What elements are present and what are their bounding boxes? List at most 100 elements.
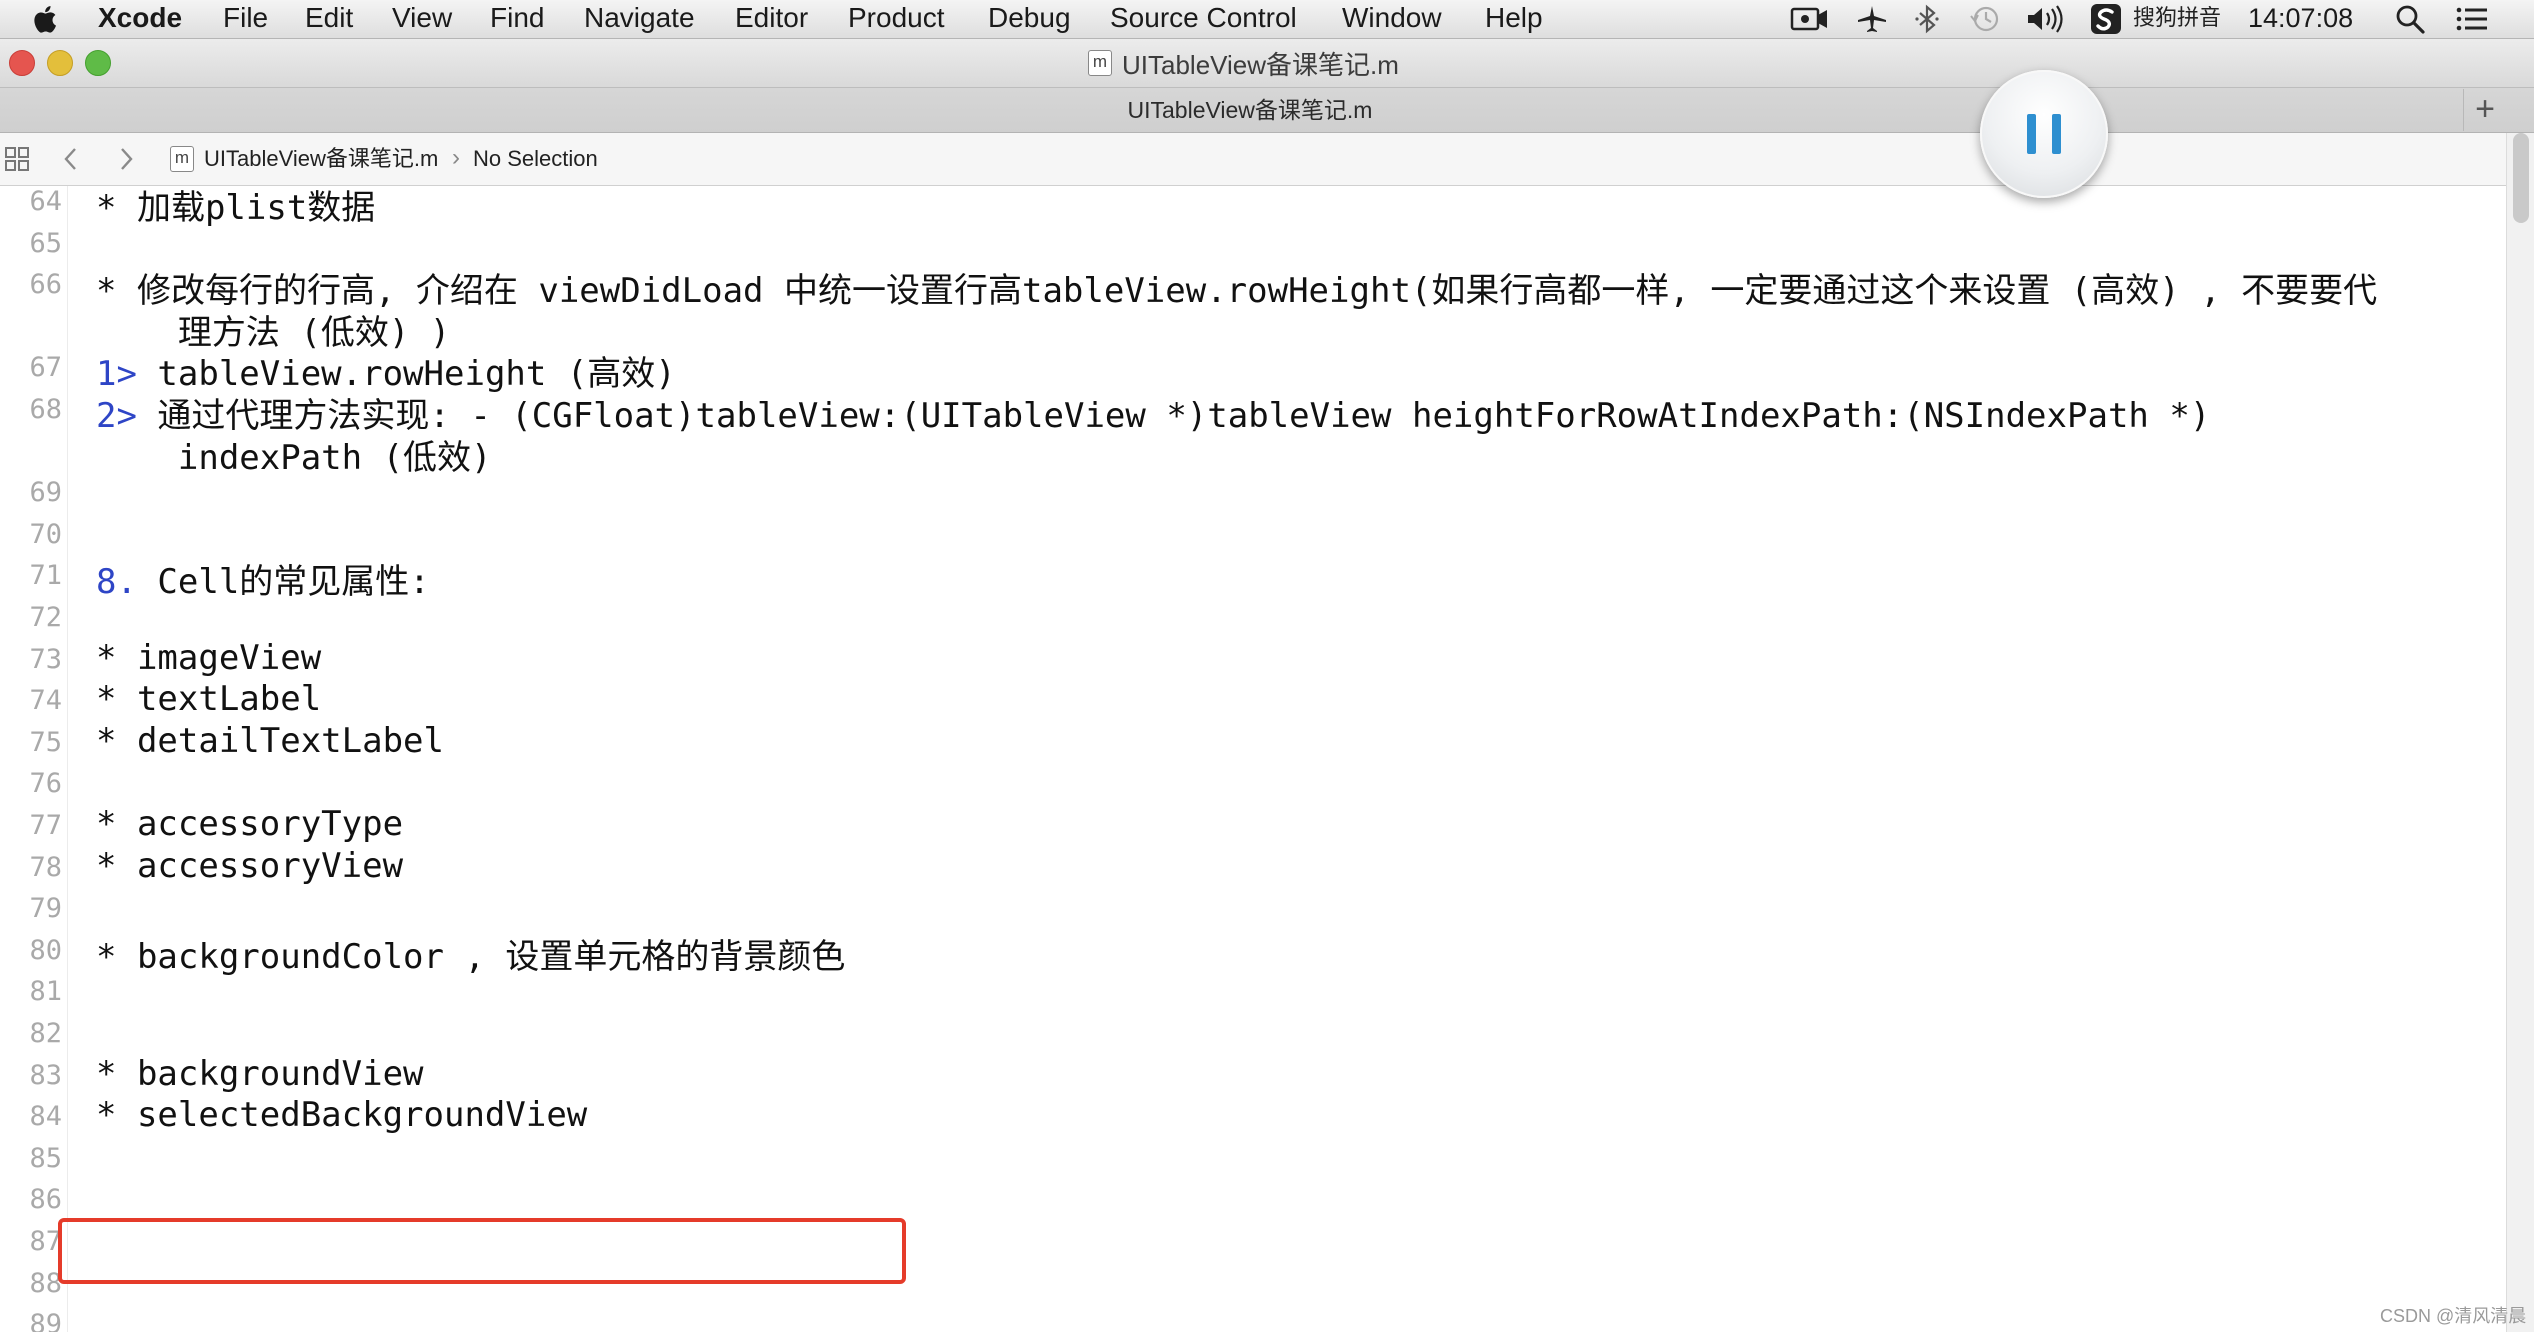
jump-bar: m UITableView备课笔记.m › No Selection [0, 133, 2534, 186]
window-title: UITableView备课笔记.m [1122, 49, 1399, 80]
tab-bar: UITableView备课笔记.m + [0, 87, 2534, 133]
line-number: 86 [29, 1184, 62, 1216]
line-number: 81 [29, 976, 62, 1008]
close-window-button[interactable] [9, 50, 35, 76]
line-number: 75 [29, 726, 62, 758]
line-number: 76 [29, 768, 62, 800]
airplane-icon[interactable] [1855, 4, 1889, 34]
line-number: 71 [29, 560, 62, 592]
code-text: indexPath (低效) [96, 437, 492, 478]
line-number: 84 [29, 1101, 62, 1133]
highlight-annotation-box [58, 1218, 906, 1284]
line-number: 83 [29, 1059, 62, 1091]
line-number: 69 [29, 477, 62, 509]
code-text: * accessoryView [96, 845, 404, 886]
apple-menu-icon[interactable] [30, 3, 58, 35]
line-number: 72 [29, 602, 62, 633]
volume-icon[interactable] [2025, 4, 2069, 34]
minimize-window-button[interactable] [47, 50, 73, 76]
jumpbar-separator: › [452, 144, 460, 171]
new-tab-button[interactable]: + [2463, 89, 2506, 131]
line-number: 64 [29, 186, 62, 217]
code-line[interactable]: * imageView [96, 638, 321, 678]
code-line[interactable]: * selectedBackgroundView [96, 1095, 587, 1135]
tab-active[interactable]: UITableView备课笔记.m [0, 88, 2500, 132]
line-number: 78 [29, 851, 62, 883]
recording-pause-button[interactable] [1980, 70, 2108, 198]
ime-label[interactable]: 搜狗拼音 [2133, 0, 2221, 38]
window-title-group: m UITableView备课笔记.m [1088, 39, 1399, 87]
menu-help[interactable]: Help [1485, 0, 1543, 38]
menu-edit[interactable]: Edit [305, 0, 353, 38]
menu-xcode[interactable]: Xcode [98, 0, 182, 38]
line-number: 82 [29, 1018, 62, 1049]
code-line[interactable]: * backgroundColor , 设置单元格的背景颜色 [96, 929, 845, 978]
code-text: * backgroundColor , 设置单元格的背景颜色 [96, 936, 846, 977]
menu-window[interactable]: Window [1342, 0, 1442, 38]
pause-icon-bar-right [2052, 114, 2061, 154]
code-text: * accessoryType [96, 804, 404, 844]
menu-find[interactable]: Find [490, 0, 544, 38]
line-number: 89 [29, 1309, 62, 1332]
zoom-window-button[interactable] [85, 50, 111, 76]
code-text: * detailTextLabel [96, 720, 444, 761]
source-editor[interactable]: 64 * 加载plist数据 65 66 * 修改每行的行高, 介绍在 viewDidL… [0, 186, 2506, 1332]
scrollbar-thumb[interactable] [2513, 133, 2529, 223]
menu-editor[interactable]: Editor [735, 0, 808, 38]
line-number: 80 [29, 934, 62, 966]
menu-source-control[interactable]: Source Control [1110, 0, 1297, 38]
line-number: 66 [29, 269, 62, 301]
jumpbar-file-icon: m [170, 146, 194, 172]
line-number: 70 [29, 518, 62, 550]
code-text: * imageView [96, 637, 322, 678]
pause-icon-bar-left [2027, 114, 2036, 154]
back-chevron-icon[interactable] [60, 146, 82, 172]
code-text: Cell的常见属性: [136, 562, 430, 603]
line-number: 65 [29, 227, 62, 259]
menu-navigate[interactable]: Navigate [584, 0, 695, 38]
code-line[interactable]: * textLabel [96, 679, 321, 719]
menu-product[interactable]: Product [848, 0, 945, 38]
line-number: 87 [29, 1226, 62, 1257]
line-number: 77 [29, 810, 62, 841]
gutter-divider [67, 186, 68, 1332]
line-number: 67 [29, 352, 62, 384]
watermark: CSDN @清风清晨 [2380, 1306, 2527, 1326]
menu-file[interactable]: File [223, 0, 268, 38]
bluetooth-icon[interactable] [1912, 4, 1942, 34]
editor-scrollbar[interactable] [2506, 133, 2534, 1332]
code-line[interactable]: * detailTextLabel [96, 721, 444, 761]
line-number: 88 [29, 1267, 62, 1299]
screen-record-icon[interactable] [1790, 4, 1830, 34]
line-number: 85 [29, 1142, 62, 1174]
notification-center-icon[interactable] [2455, 4, 2489, 34]
time-machine-icon[interactable] [1968, 4, 2002, 34]
list-number: 8. [96, 562, 137, 603]
jumpbar-selection[interactable]: No Selection [473, 133, 598, 185]
menubar-clock[interactable]: 14:07:08 [2248, 0, 2353, 38]
window-title-bar: m UITableView备课笔记.m [0, 39, 2534, 87]
sogou-ime-icon[interactable] [2090, 4, 2122, 34]
code-line[interactable]: * accessoryType [96, 804, 403, 844]
jumpbar-file-name[interactable]: UITableView备课笔记.m [204, 133, 438, 185]
code-line[interactable]: * backgroundView [96, 1054, 424, 1094]
line-number: 79 [29, 893, 62, 925]
line-number: 74 [29, 685, 62, 717]
code-line[interactable]: 8. Cell的常见属性: [96, 554, 430, 603]
objc-file-icon: m [1088, 50, 1112, 76]
menu-debug[interactable]: Debug [988, 0, 1071, 38]
code-text: * textLabel [96, 679, 322, 720]
code-text: * backgroundView [96, 1053, 424, 1094]
code-text: * selectedBackgroundView [96, 1095, 588, 1136]
code-text: * 加载plist数据 [96, 188, 376, 228]
code-line[interactable]: indexPath (低效) [96, 430, 492, 479]
menu-bar: Xcode File Edit View Find Navigate Edito… [0, 0, 2534, 39]
spotlight-search-icon[interactable] [2394, 4, 2426, 34]
forward-chevron-icon[interactable] [115, 146, 137, 172]
code-line[interactable]: * accessoryView [96, 846, 403, 886]
line-number: 73 [29, 643, 62, 675]
menu-view[interactable]: View [392, 0, 452, 38]
line-number: 68 [29, 394, 62, 425]
code-line[interactable]: * 加载plist数据 [96, 186, 375, 229]
related-items-grid-icon[interactable] [4, 146, 30, 172]
